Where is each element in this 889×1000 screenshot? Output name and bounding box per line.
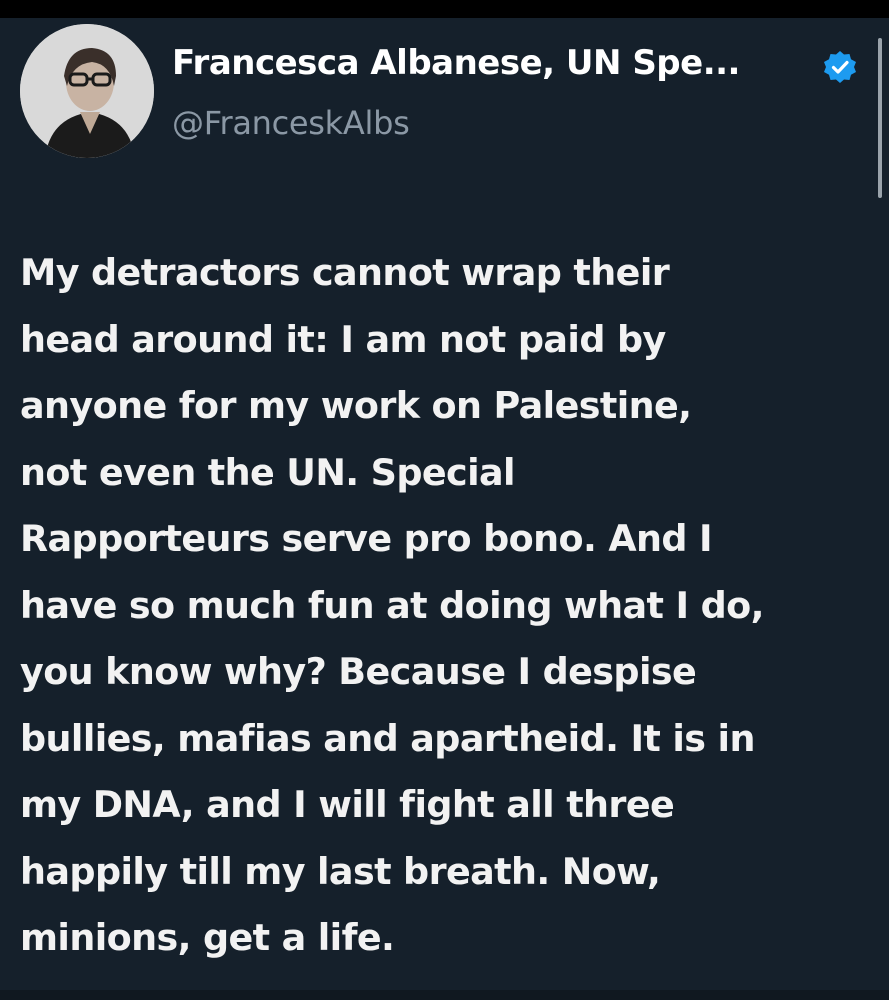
tweet-text: My detractors cannot wrap their head aro… [20,240,870,972]
tweet-card: Francesca Albanese, UN Spe... @FranceskA… [0,18,889,1000]
tweet-line: have so much fun at doing what I do, [20,583,764,627]
tweet-line: not even the UN. Special [20,450,516,494]
tweet-line: happily till my last breath. Now, [20,849,661,893]
author-display-name[interactable]: Francesca Albanese, UN Spe... [172,43,740,83]
bottom-border [0,990,889,1000]
author-avatar[interactable] [20,24,154,158]
verified-badge-icon [823,50,857,84]
tweet-line: my DNA, and I will fight all three [20,783,675,826]
tweet-line: anyone for my work on Palestine, [20,384,692,427]
tweet-line: bullies, mafias and apartheid. It is in [20,716,755,760]
tweet-line: minions, get a life. [20,916,395,959]
tweet-line: My detractors cannot wrap their [20,251,670,294]
profile-photo-icon [20,24,154,158]
tweet-line: head around it: I am not paid by [20,317,666,361]
scrollbar[interactable] [878,38,882,198]
author-handle[interactable]: @FranceskAlbs [172,104,410,142]
tweet-line: you know why? Because I despise [20,650,697,693]
tweet-line: Rapporteurs serve pro bono. And I [20,517,713,560]
top-black-border [0,0,889,18]
